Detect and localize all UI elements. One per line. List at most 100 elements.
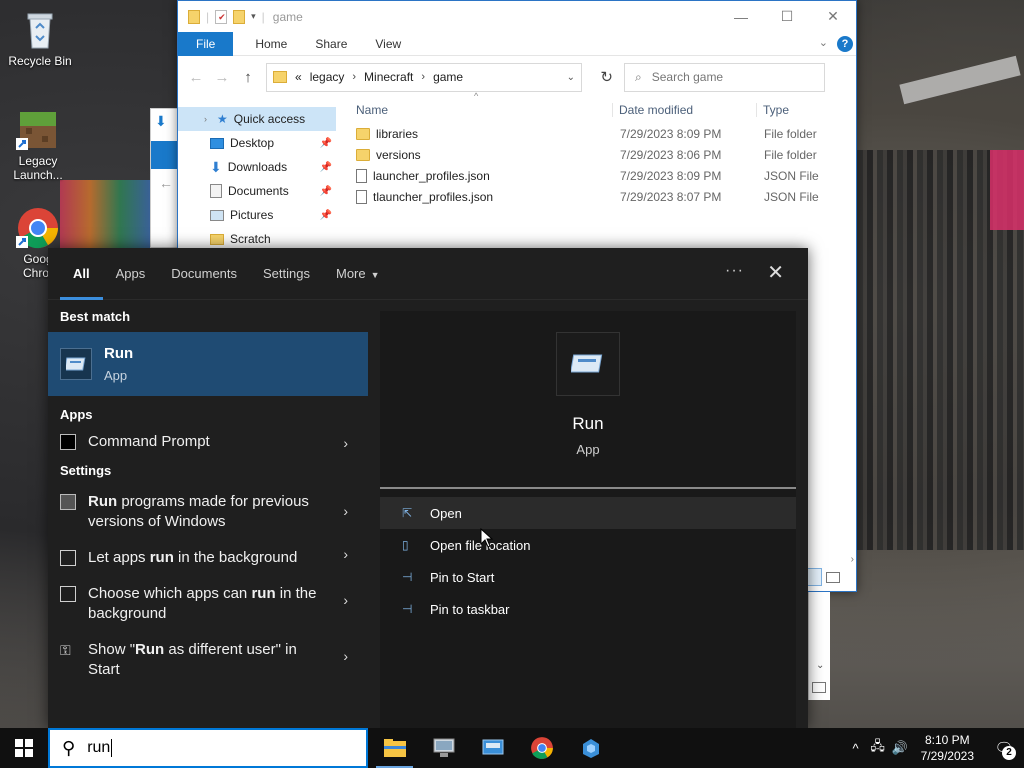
result-command-prompt[interactable]: Command Prompt › [48,430,368,456]
chevron-down-icon[interactable]: ⌄ [567,72,575,83]
result-setting-run-as-user[interactable]: ⚿ Show "Run as different user" in Start … [48,628,368,684]
new-folder-icon[interactable] [233,9,246,24]
chevron-down-icon[interactable]: ⌄ [819,36,828,49]
breadcrumb-overflow[interactable]: « [295,70,302,84]
minecraft-grass-block-icon [16,108,60,152]
result-setting-background-apps[interactable]: Let apps run in the background › [48,536,368,572]
chevron-right-icon[interactable]: › [352,71,356,83]
chevron-right-icon[interactable]: › [204,114,207,124]
result-setting-choose-apps[interactable]: Choose which apps can run in the backgro… [48,572,368,628]
maximize-button[interactable]: ☐ [764,1,810,32]
ribbon-tab-view[interactable]: View [361,32,415,56]
pin-icon[interactable]: 📌 [320,162,332,173]
action-pin-to-taskbar[interactable]: ⊣ Pin to taskbar [380,593,796,625]
pin-icon[interactable]: 📌 [320,186,332,197]
taskbar-control-panel[interactable] [468,728,517,768]
taskbar-file-explorer[interactable] [370,728,419,768]
nav-item-quick-access[interactable]: › ★ Quick access [178,107,336,131]
result-text: Show " [88,641,136,658]
chevron-right-icon[interactable]: › [343,544,348,564]
result-highlight: Run [88,493,118,510]
navigation-pane: › ★ Quick access Desktop 📌 ⬇ Downloads 📌… [178,107,336,251]
nav-item-label: Quick access [233,112,306,126]
nav-item-documents[interactable]: Documents 📌 [178,179,336,203]
breadcrumb-game[interactable]: game [433,70,463,84]
taskbar-apps [370,728,615,768]
tab-more[interactable]: More ▼ [323,248,393,300]
tab-settings[interactable]: Settings [250,248,323,300]
chevron-right-icon[interactable]: › [343,590,348,610]
tab-all[interactable]: All [60,248,103,300]
address-bar[interactable]: « legacy › Minecraft › game ⌄ ↻ [266,62,613,92]
chevron-down-icon[interactable]: ⌄ [816,660,824,671]
close-button[interactable]: ✕ [810,1,856,32]
clock[interactable]: 8:10 PM 7/29/2023 [911,732,984,764]
file-row-tlauncher-profiles[interactable]: tlauncher_profiles.json 7/29/2023 8:07 P… [354,186,856,207]
chevron-right-icon[interactable]: › [343,646,348,666]
pin-icon[interactable]: 📌 [320,210,332,221]
refresh-icon[interactable]: ↻ [600,68,613,86]
more-options-icon[interactable]: ··· [725,262,744,280]
best-match-run[interactable]: Run App [48,332,368,396]
file-row-launcher-profiles[interactable]: launcher_profiles.json 7/29/2023 8:09 PM… [354,165,856,186]
action-pin-to-start[interactable]: ⊣ Pin to Start [380,561,796,593]
file-row-versions[interactable]: versions 7/29/2023 8:06 PM File folder [354,144,856,165]
start-button[interactable] [0,728,48,768]
nav-item-desktop[interactable]: Desktop 📌 [178,131,336,155]
breadcrumb-minecraft[interactable]: Minecraft [364,70,413,84]
customize-toolbar-icon[interactable]: ▾ [251,11,256,22]
chrome-icon [530,737,553,759]
file-name: tlauncher_profiles.json [373,189,494,204]
search-input[interactable]: ⌕ Search game [624,62,825,92]
properties-icon[interactable]: ✔ [215,9,228,24]
large-icons-view-icon[interactable] [812,682,826,693]
back-arrow-icon[interactable]: ← [188,69,204,86]
breadcrumb-legacy[interactable]: legacy [310,70,345,84]
column-header-type[interactable]: Type [756,103,856,117]
result-setting-compat[interactable]: Run programs made for previous versions … [48,486,368,536]
tab-apps[interactable]: Apps [103,248,159,300]
volume-icon[interactable]: 🔊 [889,740,911,756]
taskbar-computer[interactable] [419,728,468,768]
open-icon: ⇱ [402,506,413,520]
section-apps: Apps [60,407,93,422]
ribbon-tab-share[interactable]: Share [301,32,361,56]
tab-documents[interactable]: Documents [158,248,250,300]
document-icon [356,168,367,183]
ribbon-tab-file[interactable]: File [178,31,234,56]
help-icon[interactable]: ? [837,36,853,52]
action-open[interactable]: ⇱ Open [380,497,796,529]
action-open-file-location[interactable]: ▯ Open file location [380,529,796,561]
network-icon[interactable]: 🖧 [867,737,889,759]
taskbar-search-input[interactable]: ⚲ run [48,728,368,768]
column-header-name[interactable]: Name [354,103,612,117]
column-header-date[interactable]: Date modified [612,103,756,117]
background-window[interactable]: ⬇ ← [150,108,178,248]
taskbar-chrome[interactable] [517,728,566,768]
ribbon-file-tab-partial [151,141,178,169]
nav-item-label: Desktop [230,136,275,150]
nav-item-downloads[interactable]: ⬇ Downloads 📌 [178,155,336,179]
chevron-right-icon[interactable]: › [343,433,348,453]
app-icon [582,739,599,758]
up-arrow-icon[interactable]: ↑ [240,69,256,86]
system-tray: ^ 🖧 🔊 8:10 PM 7/29/2023 🗨 2 [845,728,1024,768]
ribbon-tab-home[interactable]: Home [241,32,301,56]
chevron-right-icon[interactable]: › [343,501,348,521]
minimize-button[interactable]: — [718,1,764,32]
desktop-icon-recycle-bin[interactable]: Recycle Bin [2,8,78,68]
file-type: JSON File [764,189,819,204]
taskbar-app[interactable] [566,728,615,768]
pin-icon[interactable]: 📌 [320,138,332,149]
desktop-icon-legacy-launcher[interactable]: Legacy Launch... [0,108,76,182]
nav-item-pictures[interactable]: Pictures 📌 [178,203,336,227]
file-row-libraries[interactable]: libraries 7/29/2023 8:09 PM File folder [354,123,856,144]
large-icons-view-icon[interactable] [826,571,840,583]
title-bar[interactable]: | ✔ ▾ | game — ☐ ✕ [178,1,856,32]
notification-center-button[interactable]: 🗨 2 [984,728,1024,768]
show-hidden-icons-icon[interactable]: ^ [845,741,867,756]
forward-arrow-icon[interactable]: → [214,69,230,86]
back-arrow-icon: ← [159,175,173,191]
close-icon[interactable]: ✕ [767,260,784,285]
chevron-right-icon[interactable]: › [421,71,425,83]
